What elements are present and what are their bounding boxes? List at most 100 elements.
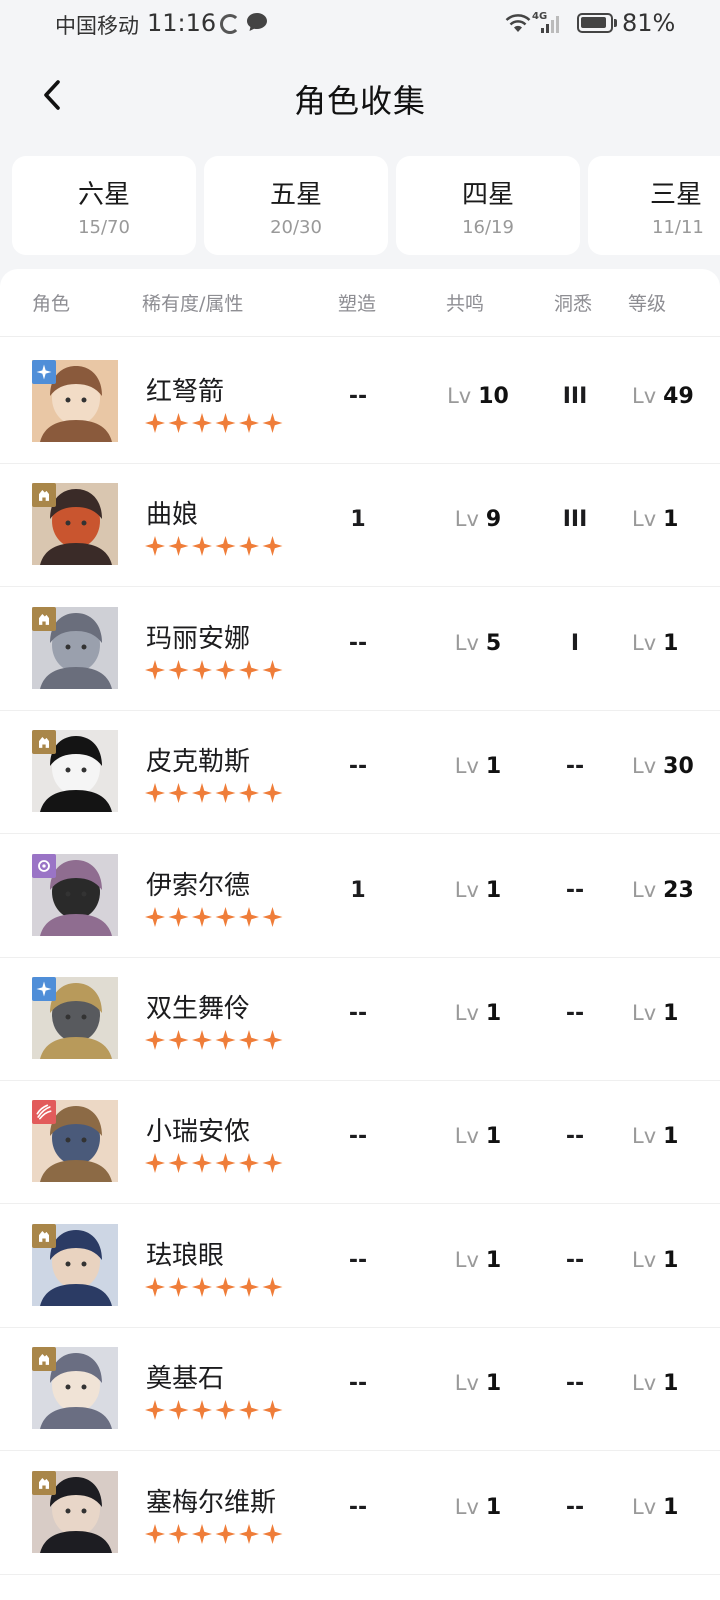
- resonance-number: 10: [478, 384, 509, 409]
- tab-six-star[interactable]: 六星 15/70: [12, 156, 196, 255]
- star-icon: [168, 413, 189, 433]
- star-icon: [145, 1276, 165, 1297]
- level-number: 1: [663, 1494, 679, 1520]
- shape-value: --: [348, 1494, 368, 1520]
- star-icon: [215, 659, 236, 680]
- star-icon: [145, 1153, 165, 1174]
- table-row[interactable]: 双生舞伶 -- Lv 1 -- Lv 1: [0, 955, 720, 1081]
- table-row[interactable]: 曲娘 1 Lv 9 III Lv 1: [0, 461, 720, 588]
- lv-prefix: Lv: [632, 1124, 657, 1149]
- star-icon: [145, 783, 165, 804]
- rarity-stars: [145, 1030, 283, 1050]
- tab-four-star[interactable]: 四星 16/19: [396, 156, 580, 255]
- star-icon: [192, 906, 212, 927]
- star-icon: [215, 1153, 236, 1174]
- level-number: 1: [663, 1124, 679, 1150]
- star-icon: [262, 1030, 283, 1050]
- shape-value: --: [348, 1247, 368, 1273]
- insight-value: --: [565, 1247, 585, 1273]
- tab-label: 三星: [650, 180, 703, 210]
- character-portrait: [32, 483, 118, 566]
- battery-icon: [577, 13, 613, 33]
- tab-three-star[interactable]: 三星 11/11: [588, 156, 720, 255]
- table-row[interactable]: 珐琅眼 -- Lv 1 -- Lv 1: [0, 1202, 720, 1328]
- star-icon: [262, 1400, 283, 1421]
- lv-prefix: Lv: [632, 1247, 657, 1272]
- lv-prefix: Lv: [454, 1247, 479, 1272]
- resonance-number: 1: [485, 1247, 502, 1273]
- star-icon: [215, 783, 236, 804]
- shape-value: --: [348, 1124, 368, 1150]
- character-name: 皮克勒斯: [146, 747, 251, 778]
- table-row[interactable]: 奠基石 -- Lv 1 -- Lv 1: [0, 1325, 720, 1452]
- star-icon: [262, 783, 283, 804]
- gold-beast-icon: [32, 1470, 56, 1495]
- lv-prefix: Lv: [454, 1371, 479, 1396]
- star-icon: [192, 1276, 212, 1297]
- star-icon: [192, 413, 212, 433]
- table-row[interactable]: 小瑞安侬 -- Lv 1 -- Lv 1: [0, 1078, 720, 1205]
- sync-icon: [220, 14, 240, 34]
- character-portrait: [32, 1470, 118, 1553]
- resonance-value: Lv 10: [418, 384, 538, 409]
- level-value: Lv 1: [606, 1495, 716, 1520]
- tab-five-star[interactable]: 五星 20/30: [204, 156, 388, 255]
- resonance-value: Lv 1: [418, 1001, 538, 1026]
- star-icon: [215, 536, 236, 557]
- table-row[interactable]: 红弩箭 -- Lv 10 III Lv 49: [0, 338, 720, 464]
- star-icon: [192, 659, 212, 680]
- lv-prefix: Lv: [632, 754, 657, 779]
- level-number: 30: [663, 754, 694, 780]
- gold-beast-icon: [32, 483, 56, 508]
- star-icon: [168, 783, 189, 804]
- star-icon: [215, 1400, 236, 1421]
- star-icon: [239, 1400, 259, 1421]
- insight-value: --: [565, 1494, 585, 1520]
- lv-prefix: Lv: [632, 1001, 657, 1025]
- purple-spiral-icon: [32, 853, 56, 878]
- wifi-icon: [505, 14, 531, 32]
- star-icon: [168, 1276, 189, 1297]
- star-icon: [192, 783, 212, 804]
- gold-beast-icon: [32, 730, 56, 755]
- star-icon: [192, 536, 212, 557]
- red-claw-icon: [32, 1100, 56, 1125]
- level-value: Lv 1: [606, 1248, 716, 1273]
- insight-value: --: [565, 1001, 585, 1026]
- col-insight: 洞悉: [554, 293, 593, 315]
- character-name: 小瑞安侬: [146, 1117, 251, 1148]
- table-row[interactable]: 伊索尔德 1 Lv 1 -- Lv 23: [0, 832, 720, 958]
- gold-beast-icon: [32, 1223, 56, 1248]
- star-icon: [262, 659, 283, 680]
- star-icon: [168, 1400, 189, 1421]
- tab-label: 五星: [269, 180, 322, 210]
- star-icon: [262, 1276, 283, 1297]
- resonance-value: Lv 1: [418, 1248, 538, 1273]
- level-number: 1: [663, 630, 679, 656]
- character-portrait: [32, 606, 118, 689]
- star-icon: [239, 1030, 259, 1050]
- table-row[interactable]: 玛丽安娜 -- Lv 5 I Lv 1: [0, 585, 720, 711]
- resonance-number: 1: [485, 1001, 502, 1026]
- star-icon: [215, 1030, 236, 1050]
- star-icon: [215, 1523, 236, 1544]
- lv-prefix: Lv: [447, 384, 472, 408]
- table-row[interactable]: 皮克勒斯 -- Lv 1 -- Lv 30: [0, 708, 720, 835]
- star-icon: [168, 536, 189, 557]
- resonance-value: Lv 9: [418, 507, 538, 532]
- shape-value: --: [348, 1371, 368, 1397]
- character-portrait: [32, 853, 118, 936]
- rarity-stars: [145, 1523, 283, 1544]
- app-header: 角色收集: [0, 58, 720, 138]
- level-value: Lv 1: [606, 1001, 716, 1026]
- blue-star-icon: [32, 977, 56, 1001]
- chat-icon: [247, 13, 267, 31]
- character-name: 珐琅眼: [146, 1240, 225, 1271]
- page-title: 角色收集: [293, 82, 426, 120]
- character-name: 红弩箭: [146, 377, 225, 407]
- table-row[interactable]: 塞梅尔维斯 -- Lv 1 -- Lv 1: [0, 1449, 720, 1575]
- shape-value: --: [348, 384, 368, 409]
- col-role: 角色: [32, 293, 71, 315]
- lv-prefix: Lv: [632, 384, 657, 408]
- level-number: 1: [663, 1371, 679, 1397]
